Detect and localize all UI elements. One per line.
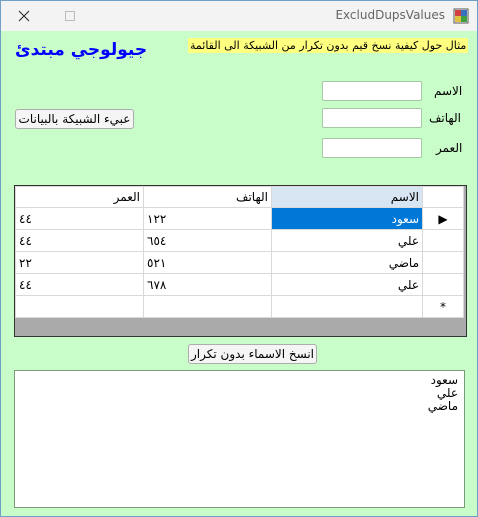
list-item[interactable]: ماضي: [15, 400, 464, 413]
phone-input[interactable]: [322, 108, 422, 128]
cell-age[interactable]: ٤٤: [15, 229, 144, 252]
name-input[interactable]: [322, 81, 422, 101]
cell-phone[interactable]: ٦٥٤: [143, 229, 272, 252]
grid-header-row: الاسم الهاتف العمر: [15, 186, 464, 208]
data-grid[interactable]: الاسم الهاتف العمر ▶ سعود ١٢٢ ٤٤ علي ٦٥٤…: [14, 185, 467, 337]
list-item[interactable]: علي: [15, 387, 464, 400]
close-button[interactable]: [1, 1, 47, 31]
cell-age[interactable]: ٤٤: [15, 207, 144, 230]
table-row[interactable]: ▶ سعود ١٢٢ ٤٤: [15, 207, 464, 230]
copy-unique-names-button[interactable]: انسخ الاسماء بدون تكرار: [188, 344, 317, 364]
row-header: [422, 229, 464, 252]
main-window: ExcludDupsValues مثال حول كيفية نسخ قيم …: [0, 0, 478, 517]
note-label: مثال حول كيفية نسخ قيم بدون تكرار من الش…: [188, 38, 469, 53]
cell-name[interactable]: علي: [271, 229, 423, 252]
column-header-age[interactable]: العمر: [15, 186, 144, 208]
cell-name[interactable]: سعود: [271, 207, 423, 230]
cell-name[interactable]: [271, 295, 423, 318]
fill-grid-button[interactable]: عبيء الشبيكة بالبيانات: [15, 109, 134, 129]
maximize-button[interactable]: [47, 1, 93, 31]
age-label: العمر: [436, 141, 463, 155]
current-row-marker: ▶: [422, 207, 464, 230]
table-row[interactable]: علي ٦٧٨ ٤٤: [15, 273, 464, 296]
cell-age[interactable]: ٢٢: [15, 251, 144, 274]
brand-label: جيولوجي مبتدئ: [15, 40, 148, 60]
row-header: [422, 273, 464, 296]
names-listbox[interactable]: سعود علي ماضي: [14, 370, 465, 508]
cell-phone[interactable]: ٦٧٨: [143, 273, 272, 296]
maximize-icon: [65, 11, 75, 21]
new-row[interactable]: *: [15, 295, 464, 318]
window-title: ExcludDupsValues: [335, 8, 445, 22]
cell-name[interactable]: ماضي: [271, 251, 423, 274]
cell-phone[interactable]: ١٢٢: [143, 207, 272, 230]
table-row[interactable]: ماضي ٥٢١ ٢٢: [15, 251, 464, 274]
cell-age[interactable]: ٤٤: [15, 273, 144, 296]
close-icon: [18, 10, 30, 22]
cell-phone[interactable]: [143, 295, 272, 318]
new-row-marker: *: [422, 295, 464, 318]
row-header: [422, 251, 464, 274]
table-row[interactable]: علي ٦٥٤ ٤٤: [15, 229, 464, 252]
column-header-phone[interactable]: الهاتف: [143, 186, 272, 208]
cell-name[interactable]: علي: [271, 273, 423, 296]
column-header-name[interactable]: الاسم: [271, 186, 423, 208]
cell-age[interactable]: [15, 295, 144, 318]
age-input[interactable]: [322, 138, 422, 158]
cell-phone[interactable]: ٥٢١: [143, 251, 272, 274]
app-icon: [453, 8, 469, 24]
phone-label: الهاتف: [429, 111, 461, 125]
row-header-corner: [422, 186, 464, 208]
name-label: الاسم: [434, 84, 463, 98]
title-bar: ExcludDupsValues: [1, 1, 477, 31]
list-item[interactable]: سعود: [15, 374, 464, 387]
